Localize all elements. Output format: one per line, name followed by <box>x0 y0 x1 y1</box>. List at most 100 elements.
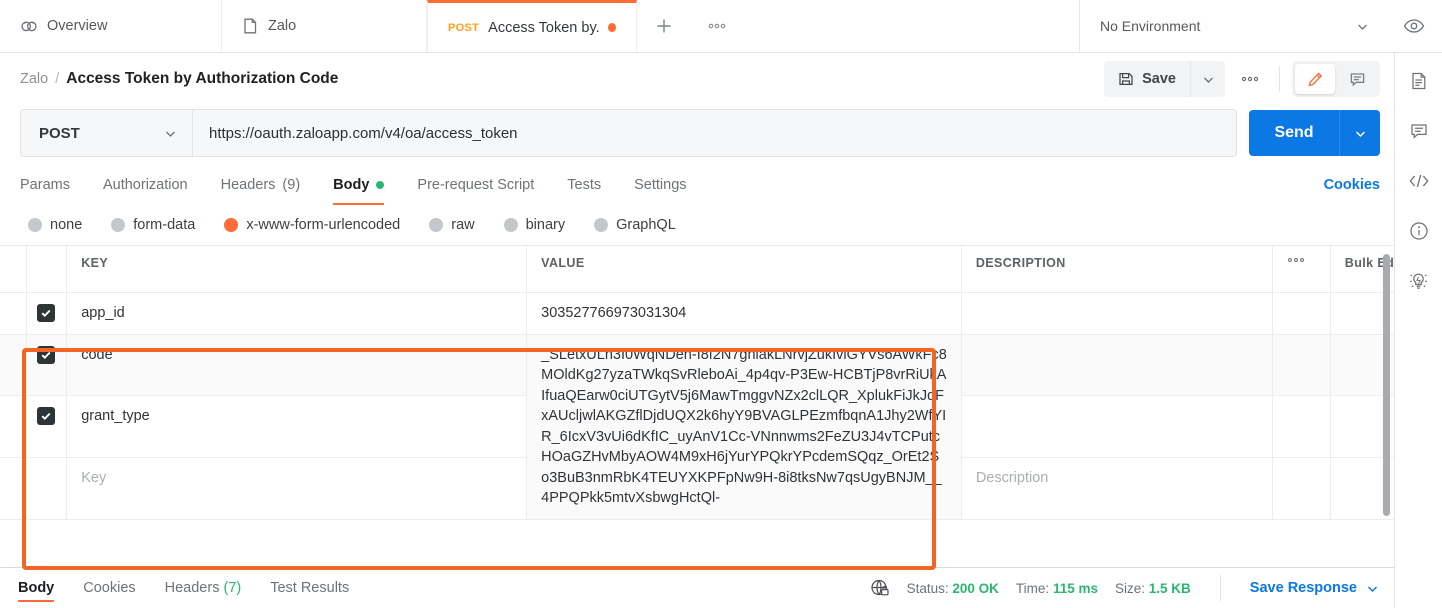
lightbulb-icon[interactable] <box>1407 269 1431 293</box>
send-button-group: Send <box>1249 110 1380 156</box>
breadcrumb-collection[interactable]: Zalo <box>20 71 48 87</box>
table-options-button[interactable] <box>1272 246 1331 293</box>
tab-body[interactable]: Body <box>333 167 385 205</box>
row-value-cell[interactable]: _SLetxULh3I0WqNDeh-I8f2N7ghiakLNrvjZukIv… <box>526 334 962 520</box>
radio-icon <box>594 218 609 232</box>
tab-params-label: Params <box>20 177 70 193</box>
request-section-tabs: Params Authorization Headers (9) Body Pr… <box>0 167 1394 205</box>
environment-selector[interactable]: No Environment <box>1080 0 1386 52</box>
request-url-input[interactable]: https://oauth.zaloapp.com/v4/oa/access_t… <box>193 110 1236 156</box>
response-tab-headers-label: Headers <box>164 580 220 596</box>
new-tab-button[interactable] <box>637 0 691 52</box>
save-button[interactable]: Save <box>1104 61 1190 97</box>
tab-tests-label: Tests <box>567 177 602 193</box>
tab-headers-label: Headers <box>220 177 276 193</box>
collection-icon <box>242 17 259 35</box>
save-response-button[interactable]: Save Response <box>1250 580 1380 596</box>
info-icon[interactable] <box>1407 219 1431 243</box>
response-tab-cookies-label: Cookies <box>83 580 136 596</box>
tab-access-token-label: Access Token by... <box>488 19 599 36</box>
tab-options-button[interactable] <box>691 0 743 52</box>
comment-icon[interactable] <box>1407 119 1431 143</box>
globe-lock-icon[interactable] <box>870 578 890 598</box>
url-input-group: POST https://oauth.zaloapp.com/v4/oa/acc… <box>20 109 1237 157</box>
response-tab-headers[interactable]: Headers (7) <box>165 568 242 608</box>
row-spacer-1 <box>1272 292 1331 335</box>
tab-authorization-label: Authorization <box>102 177 188 193</box>
row-key-cell[interactable]: grant_type <box>66 395 528 458</box>
tab-params[interactable]: Params <box>20 167 70 203</box>
row-value-text: _SLetxULh3I0WqNDeh-I8f2N7ghiakLNrvjZukIv… <box>541 346 947 507</box>
row-value-cell[interactable]: 303527766973031304 <box>526 292 962 335</box>
row-key-text: grant_type <box>81 408 150 425</box>
row-enabled-checkbox[interactable] <box>26 334 68 397</box>
response-tab-cookies[interactable]: Cookies <box>83 568 135 608</box>
row-enabled-checkbox[interactable] <box>26 457 68 520</box>
pencil-icon <box>1307 71 1324 88</box>
body-type-none[interactable]: none <box>28 217 82 233</box>
table-vertical-scrollbar[interactable] <box>1383 254 1390 516</box>
checkbox-checked-icon <box>37 304 56 322</box>
row-drag-handle[interactable] <box>0 395 27 458</box>
response-tab-test-results[interactable]: Test Results <box>270 568 349 608</box>
tab-headers[interactable]: Headers (9) <box>221 167 301 203</box>
header-description: DESCRIPTION <box>961 246 1274 293</box>
environment-quick-look-button[interactable] <box>1386 0 1442 52</box>
tab-authorization[interactable]: Authorization <box>103 167 188 203</box>
row-description-cell[interactable]: Description <box>961 457 1274 520</box>
page-title: Access Token by Authorization Code <box>66 70 339 87</box>
body-params-table-container: KEY VALUE DESCRIPTION Bulk Edit <box>0 245 1394 567</box>
row-description-cell[interactable] <box>961 292 1274 335</box>
row-drag-handle <box>0 457 27 520</box>
tab-access-token[interactable]: POST Access Token by... <box>427 0 637 52</box>
checkbox-checked-icon <box>37 345 56 364</box>
row-description-cell[interactable] <box>961 395 1274 458</box>
tab-overview[interactable]: Overview <box>0 0 222 52</box>
size-value: 1.5 KB <box>1148 580 1191 596</box>
row-enabled-checkbox[interactable] <box>26 292 68 335</box>
row-drag-handle[interactable] <box>0 334 27 397</box>
body-type-graphql[interactable]: GraphQL <box>594 217 676 233</box>
breadcrumb-separator: / <box>55 71 60 87</box>
row-value-text: 303527766973031304 <box>541 305 687 321</box>
cookies-link[interactable]: Cookies <box>1324 177 1380 193</box>
response-tab-body[interactable]: Body <box>18 568 55 608</box>
row-key-placeholder: Key <box>81 469 107 486</box>
body-type-urlencoded[interactable]: x-www-form-urlencoded <box>224 217 400 233</box>
request-more-options-button[interactable] <box>1233 61 1267 97</box>
tab-overview-label: Overview <box>47 18 108 34</box>
tab-zalo-label: Zalo <box>268 18 297 34</box>
tab-settings[interactable]: Settings <box>634 167 686 203</box>
tab-headers-count: (9) <box>282 177 301 193</box>
http-method-selector[interactable]: POST <box>21 110 193 156</box>
eye-icon <box>1403 18 1425 34</box>
tab-tests[interactable]: Tests <box>567 167 601 203</box>
body-type-raw[interactable]: raw <box>429 217 475 233</box>
view-mode-toggle-group <box>1292 61 1380 97</box>
code-icon[interactable] <box>1407 169 1431 193</box>
row-description-text <box>962 335 1272 355</box>
save-options-button[interactable] <box>1190 61 1225 97</box>
row-key-cell[interactable]: app_id <box>66 292 528 335</box>
body-type-binary[interactable]: binary <box>503 217 565 233</box>
edit-mode-button[interactable] <box>1295 64 1335 94</box>
tab-zalo[interactable]: Zalo <box>222 0 427 52</box>
table-row[interactable]: app_id 303527766973031304 <box>0 292 1394 335</box>
body-type-form-data-label: form-data <box>133 217 196 233</box>
send-button[interactable]: Send <box>1249 110 1339 156</box>
document-icon[interactable] <box>1407 69 1431 93</box>
row-description-cell[interactable] <box>961 334 1274 397</box>
body-type-form-data[interactable]: form-data <box>111 217 195 233</box>
tab-pre-request-script[interactable]: Pre-request Script <box>417 167 534 203</box>
row-enabled-checkbox[interactable] <box>26 395 68 458</box>
response-tab-test-results-label: Test Results <box>270 580 350 596</box>
send-options-button[interactable] <box>1339 110 1380 156</box>
row-key-cell[interactable]: Key <box>66 457 528 520</box>
table-row[interactable]: code _SLetxULh3I0WqNDeh-I8f2N7ghiakLNrvj… <box>0 334 1394 520</box>
response-meta: Status: 200 OK Time: 115 ms Size: 1.5 KB… <box>870 575 1380 601</box>
row-spacer-1 <box>1272 395 1331 458</box>
row-key-cell[interactable]: code <box>66 334 528 397</box>
tab-settings-label: Settings <box>634 177 687 193</box>
comment-mode-button[interactable] <box>1337 64 1377 94</box>
row-drag-handle[interactable] <box>0 292 27 335</box>
